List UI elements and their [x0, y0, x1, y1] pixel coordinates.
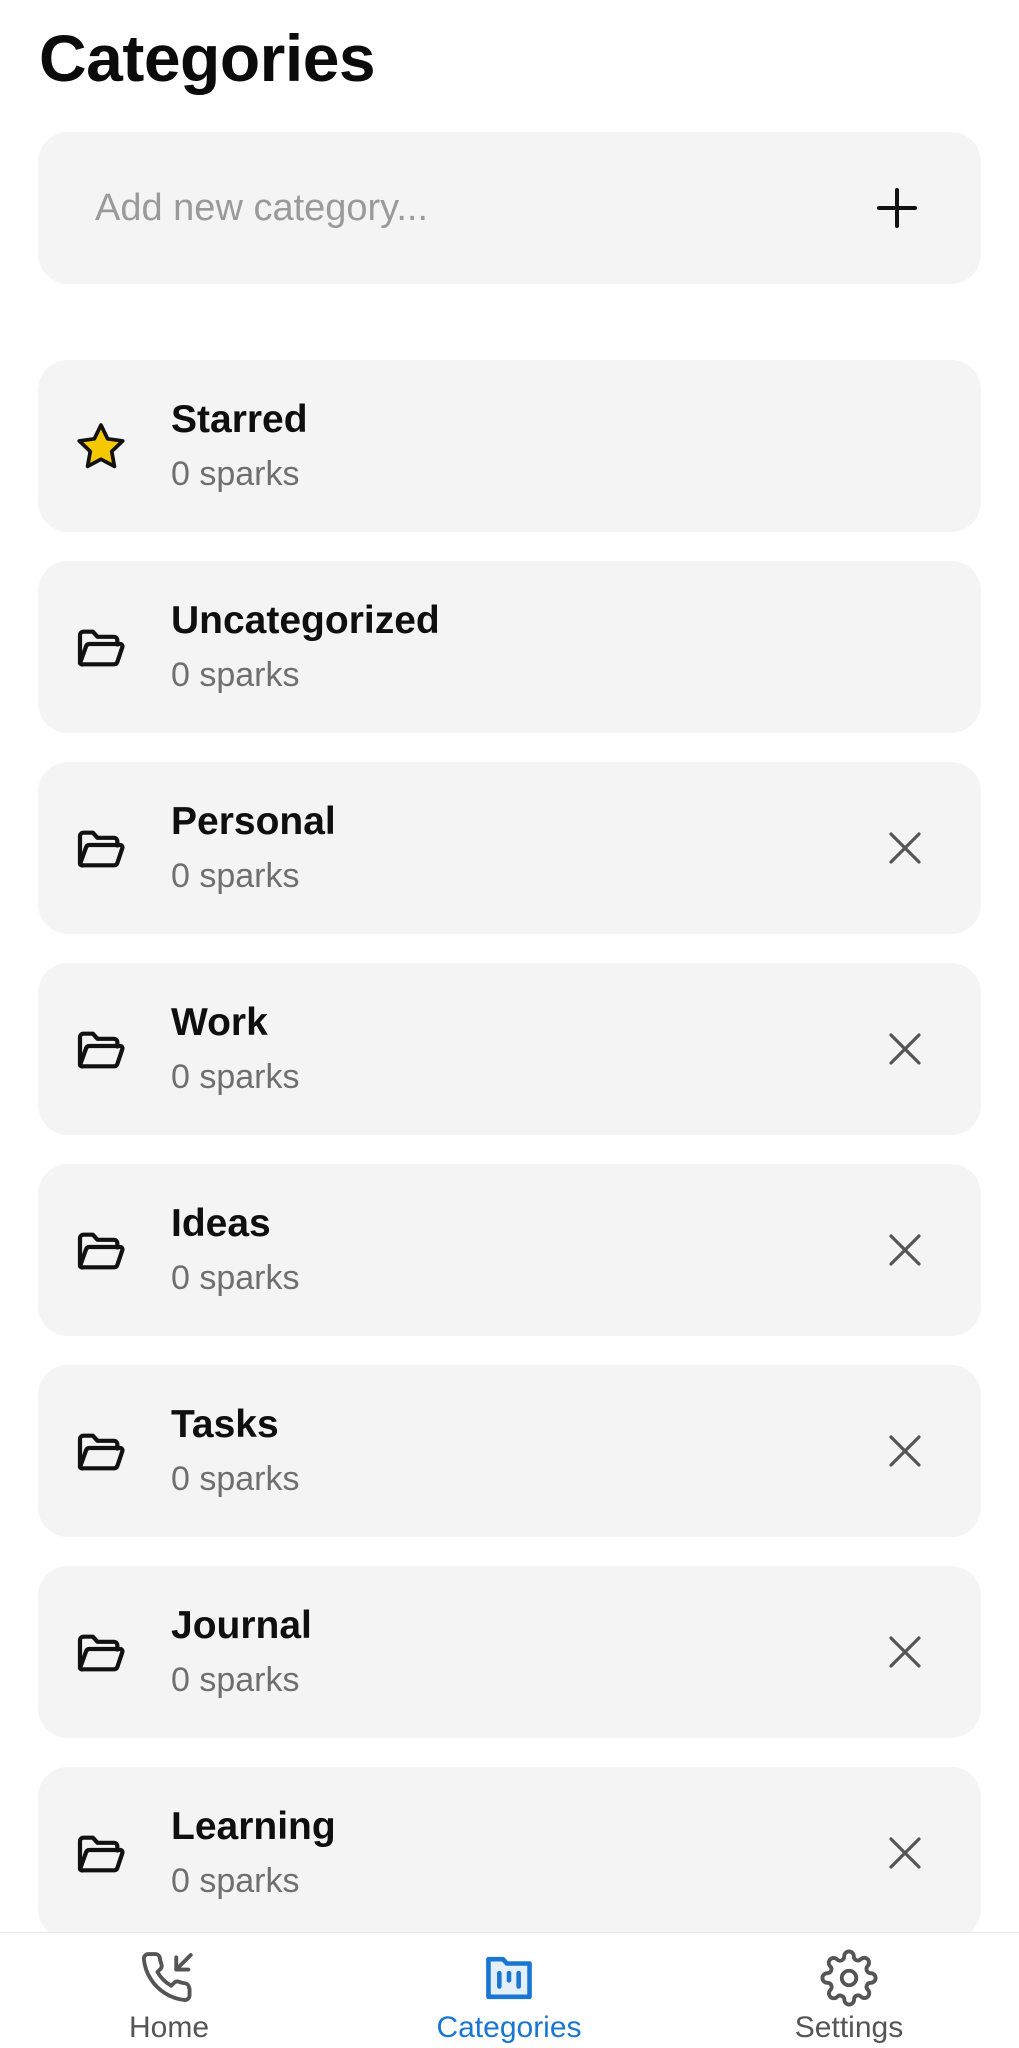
delete-category-button[interactable] [877, 1423, 933, 1479]
category-row-work[interactable]: Work 0 sparks [38, 963, 981, 1135]
category-row-learning[interactable]: Learning 0 sparks [38, 1767, 981, 1939]
phone-incoming-icon [140, 1949, 198, 2007]
category-row-ideas[interactable]: Ideas 0 sparks [38, 1164, 981, 1336]
category-count: 0 sparks [171, 857, 300, 895]
category-name: Ideas [171, 1202, 271, 1245]
close-icon [889, 1033, 921, 1065]
folder-open-icon [72, 1624, 130, 1682]
delete-category-button[interactable] [877, 820, 933, 876]
folder-open-icon [72, 1423, 130, 1481]
category-row-journal[interactable]: Journal 0 sparks [38, 1566, 981, 1738]
category-name: Starred [171, 398, 308, 441]
categories-screen: Categories Starred 0 sparks [0, 0, 1019, 2048]
close-icon [889, 1435, 921, 1467]
category-list: Starred 0 sparks Uncategorized 0 sparks [38, 360, 981, 1968]
category-row-uncategorized[interactable]: Uncategorized 0 sparks [38, 561, 981, 733]
gear-icon [820, 1949, 878, 2007]
category-count: 0 sparks [171, 1460, 300, 1498]
category-name: Journal [171, 1604, 312, 1647]
add-category-input[interactable] [38, 132, 847, 284]
category-count: 0 sparks [171, 455, 300, 493]
category-row-starred[interactable]: Starred 0 sparks [38, 360, 981, 532]
close-icon [889, 832, 921, 864]
category-count: 0 sparks [171, 1661, 300, 1699]
category-name: Work [171, 1001, 268, 1044]
close-icon [889, 1636, 921, 1668]
page-title: Categories [39, 21, 376, 95]
folder-open-icon [72, 1825, 130, 1883]
folder-open-icon [72, 619, 130, 677]
close-icon [889, 1234, 921, 1266]
delete-category-button[interactable] [877, 1021, 933, 1077]
delete-category-button[interactable] [877, 1825, 933, 1881]
close-icon [889, 1837, 921, 1869]
category-row-tasks[interactable]: Tasks 0 sparks [38, 1365, 981, 1537]
folder-open-icon [72, 820, 130, 878]
delete-category-button[interactable] [877, 1624, 933, 1680]
nav-label: Home [128, 2011, 210, 2044]
category-name: Tasks [171, 1403, 279, 1446]
category-row-personal[interactable]: Personal 0 sparks [38, 762, 981, 934]
category-count: 0 sparks [171, 656, 300, 694]
category-name: Uncategorized [171, 599, 440, 642]
category-count: 0 sparks [171, 1259, 300, 1297]
nav-categories[interactable]: Categories [389, 1933, 629, 2048]
category-name: Learning [171, 1805, 336, 1848]
category-name: Personal [171, 800, 336, 843]
category-count: 0 sparks [171, 1058, 300, 1096]
add-category-bar [38, 132, 981, 284]
nav-home[interactable]: Home [49, 1933, 289, 2048]
nav-label: Settings [794, 2011, 904, 2044]
star-icon [72, 418, 130, 476]
folder-open-icon [72, 1021, 130, 1079]
bottom-navigation: Home Categories Settings [0, 1932, 1019, 2048]
add-category-button[interactable] [847, 158, 947, 258]
delete-category-button[interactable] [877, 1222, 933, 1278]
nav-label: Categories [436, 2011, 582, 2044]
category-count: 0 sparks [171, 1862, 300, 1900]
nav-settings[interactable]: Settings [729, 1933, 969, 2048]
plus-icon [877, 188, 917, 228]
category-board-icon [480, 1949, 538, 2007]
folder-open-icon [72, 1222, 130, 1280]
